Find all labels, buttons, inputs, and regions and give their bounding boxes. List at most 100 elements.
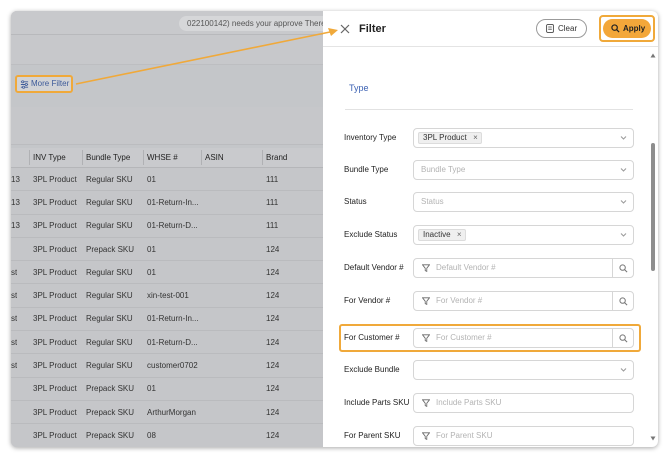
table-row[interactable]: 3PL Product Prepack SKU ArthurMorgan 124 — [11, 400, 323, 425]
field-status: Status Status — [323, 192, 648, 212]
funnel-icon — [422, 399, 430, 407]
table-row[interactable]: st 3PL Product Regular SKU 01-Return-In... 1… — [11, 307, 323, 332]
exclude-status-label: Exclude Status — [344, 230, 398, 239]
field-include-parts: Include Parts SKU Include Parts SKU — [323, 393, 648, 413]
table-row[interactable]: 3PL Product Prepack SKU 01 124 — [11, 237, 323, 262]
chevron-down-icon — [620, 136, 627, 140]
col-brand[interactable]: Brand — [266, 148, 287, 167]
table-header: INV Type Bundle Type WHSE # ASIN Brand — [11, 148, 323, 168]
cell-lead: 13 — [11, 174, 20, 184]
column-divider — [29, 150, 30, 165]
field-for-vendor: For Vendor # For Vendor # — [323, 291, 648, 311]
status-select[interactable]: Status — [413, 192, 634, 212]
cell-whse: customer0702 — [147, 361, 198, 371]
inventory-type-label: Inventory Type — [344, 133, 397, 142]
cell-inv-type: 3PL Product — [33, 430, 77, 440]
cell-bundle-type: Regular SKU — [86, 361, 133, 371]
status-placeholder: Status — [421, 197, 444, 206]
cell-bundle-type: Prepack SKU — [86, 430, 135, 440]
cell-brand: 124 — [266, 244, 280, 254]
table-row[interactable]: st 3PL Product Regular SKU xin-test-001 124 — [11, 284, 323, 308]
col-asin[interactable]: ASIN — [205, 148, 224, 167]
apply-button[interactable]: Apply — [603, 19, 651, 38]
col-bundle-type[interactable]: Bundle Type — [86, 148, 130, 167]
cell-brand: 124 — [266, 430, 280, 440]
col-inv-type[interactable]: INV Type — [33, 148, 66, 167]
funnel-icon — [422, 334, 430, 342]
default-vendor-label: Default Vendor # — [344, 263, 404, 272]
scroll-up-icon[interactable] — [650, 53, 656, 58]
approval-notice[interactable]: 022100142) needs your approve There — [179, 16, 334, 31]
search-icon — [611, 24, 620, 33]
table-row[interactable]: 3PL Product Prepack SKU 01 124 — [11, 377, 323, 401]
cell-bundle-type: Regular SKU — [86, 174, 133, 184]
selected-tag: Inactive × — [418, 229, 466, 241]
clear-button[interactable]: Clear — [536, 19, 587, 38]
table-row[interactable]: st 3PL Product Regular SKU customer0702 124 — [11, 354, 323, 378]
table-body: 13 3PL Product Regular SKU 01 111 13 3PL Produ… — [11, 168, 323, 447]
column-divider — [262, 150, 263, 165]
default-vendor-input[interactable]: Default Vendor # — [413, 258, 613, 278]
cell-bundle-type: Regular SKU — [86, 337, 133, 347]
toolbar-area — [11, 35, 323, 65]
default-vendor-search-button[interactable] — [612, 258, 634, 278]
search-icon — [619, 334, 628, 343]
field-inventory-type: Inventory Type 3PL Product × — [323, 128, 648, 148]
bundle-type-select[interactable]: Bundle Type — [413, 160, 634, 180]
drawer-scrollbar[interactable] — [648, 47, 658, 447]
default-vendor-placeholder: Default Vendor # — [436, 263, 496, 272]
background-app: 022100142) needs your approve There More… — [11, 11, 334, 447]
cell-inv-type: 3PL Product — [33, 407, 77, 417]
chevron-down-icon — [620, 233, 627, 237]
exclude-bundle-select[interactable] — [413, 360, 634, 380]
cell-whse: 01 — [147, 267, 156, 277]
cell-inv-type: 3PL Product — [33, 384, 77, 394]
bundle-type-placeholder: Bundle Type — [421, 165, 466, 174]
cell-lead: 13 — [11, 221, 20, 231]
tag-remove-icon[interactable]: × — [473, 133, 478, 143]
scroll-down-icon[interactable] — [650, 436, 656, 441]
exclude-status-select[interactable]: Inactive × — [413, 225, 634, 245]
funnel-icon — [422, 264, 430, 272]
section-type-link[interactable]: Type — [349, 83, 369, 93]
tag-remove-icon[interactable]: × — [457, 230, 462, 240]
for-vendor-search-button[interactable] — [612, 291, 634, 311]
for-parent-label: For Parent SKU — [344, 431, 401, 440]
cell-bundle-type: Prepack SKU — [86, 384, 135, 394]
cell-inv-type: 3PL Product — [33, 197, 77, 207]
exclude-bundle-label: Exclude Bundle — [344, 365, 400, 374]
cell-brand: 111 — [266, 197, 279, 207]
scrollbar-thumb[interactable] — [651, 143, 655, 271]
cell-whse: 01-Return-D... — [147, 221, 198, 231]
for-vendor-placeholder: For Vendor # — [436, 296, 483, 305]
col-whse[interactable]: WHSE # — [147, 148, 178, 167]
selected-tag: 3PL Product × — [418, 132, 482, 144]
field-for-customer: For Customer # For Customer # — [323, 328, 648, 348]
for-vendor-input[interactable]: For Vendor # — [413, 291, 613, 311]
more-filter-button[interactable]: More Filter — [15, 75, 73, 93]
search-icon — [619, 297, 628, 306]
table-row[interactable]: 13 3PL Product Regular SKU 01-Return-D... 11… — [11, 214, 323, 238]
table-row[interactable]: 13 3PL Product Regular SKU 01 111 — [11, 168, 323, 192]
cell-lead: st — [11, 337, 18, 347]
funnel-icon — [422, 432, 430, 440]
top-bar: 022100142) needs your approve There — [11, 11, 334, 35]
table-row[interactable]: st 3PL Product Regular SKU 01 124 — [11, 261, 323, 285]
inventory-type-select[interactable]: 3PL Product × — [413, 128, 634, 148]
for-parent-input[interactable]: For Parent SKU — [413, 426, 634, 446]
table-row[interactable]: 13 3PL Product Regular SKU 01-Return-In... 1… — [11, 191, 323, 215]
table-row[interactable]: 3PL Product Prepack SKU 08 124 — [11, 424, 323, 447]
cell-whse: 01 — [147, 384, 156, 394]
chevron-down-icon — [620, 200, 627, 204]
cell-lead: st — [11, 314, 18, 324]
table-row[interactable]: st 3PL Product Regular SKU 01-Return-D... 12… — [11, 331, 323, 355]
tag-text: 3PL Product — [423, 133, 467, 142]
cell-lead: st — [11, 267, 18, 277]
cell-brand: 124 — [266, 361, 280, 371]
for-customer-search-button[interactable] — [612, 328, 634, 348]
cell-inv-type: 3PL Product — [33, 174, 77, 184]
include-parts-input[interactable]: Include Parts SKU — [413, 393, 634, 413]
for-customer-input[interactable]: For Customer # — [413, 328, 613, 348]
close-icon[interactable] — [340, 24, 350, 34]
field-default-vendor: Default Vendor # Default Vendor # — [323, 258, 648, 278]
